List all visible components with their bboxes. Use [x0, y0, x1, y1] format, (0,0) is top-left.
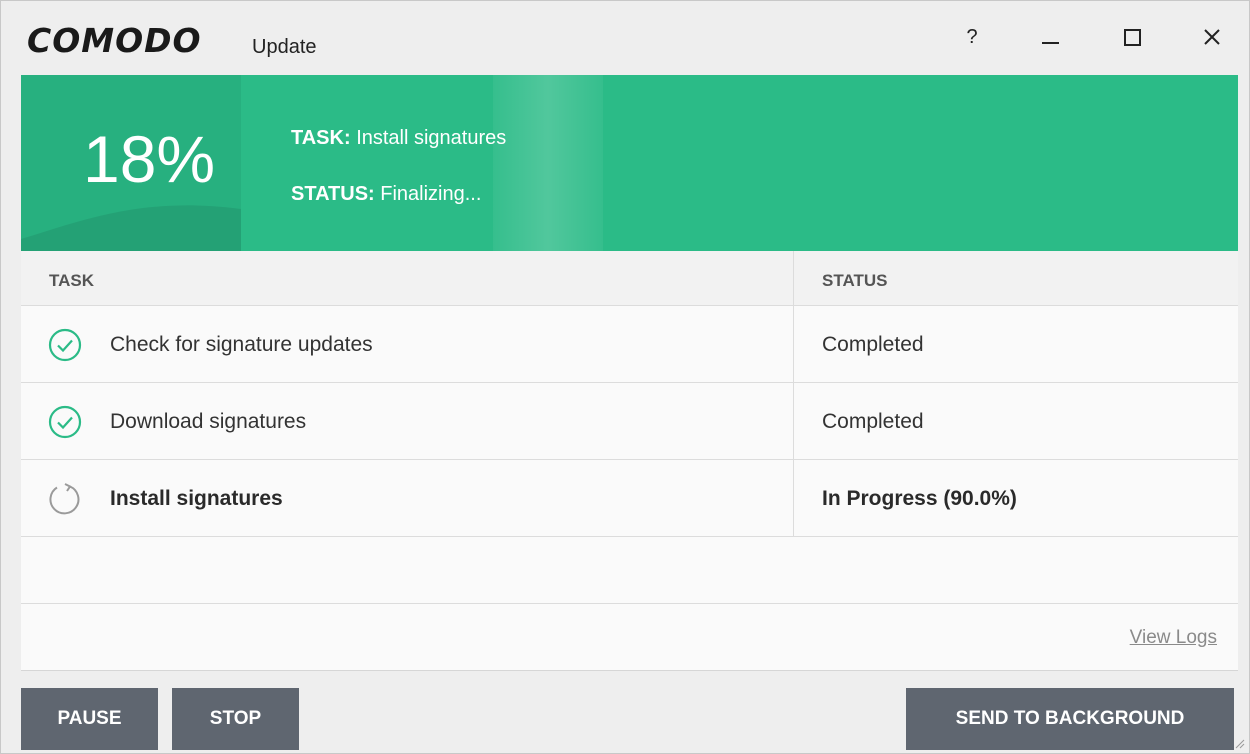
- current-task: TASK: Install signatures: [291, 127, 506, 150]
- task-status: Completed: [822, 410, 924, 433]
- maximize-icon: [1123, 28, 1141, 46]
- maximize-button[interactable]: [1107, 17, 1157, 57]
- send-to-background-button[interactable]: SEND TO BACKGROUND: [906, 688, 1234, 750]
- progress-wave-graphic: [21, 205, 241, 251]
- minimize-button[interactable]: [1025, 17, 1075, 57]
- status-label: STATUS:: [291, 183, 375, 205]
- window-title: Update: [252, 36, 317, 58]
- task-name: Check for signature updates: [110, 333, 373, 356]
- table-row: Install signatures In Progress (90.0%): [21, 460, 1238, 537]
- update-window: COMODO Update ? 18% TASK: Install signat…: [0, 0, 1250, 754]
- status-value: Finalizing...: [380, 183, 482, 205]
- table-row: Check for signature updates Completed: [21, 306, 1238, 383]
- empty-row: [21, 536, 1238, 604]
- resize-grip-icon[interactable]: [1233, 737, 1245, 749]
- check-circle-icon: [48, 405, 82, 439]
- help-icon: ?: [966, 25, 978, 48]
- status-column-header: STATUS: [822, 271, 888, 290]
- task-name: Install signatures: [110, 487, 283, 510]
- progress-percent: 18%: [83, 122, 216, 196]
- minimize-icon: [1041, 42, 1059, 44]
- pause-button[interactable]: PAUSE: [21, 688, 158, 750]
- view-logs-link[interactable]: View Logs: [1130, 627, 1217, 649]
- column-divider: [793, 251, 794, 536]
- task-table: TASK STATUS Check for signature updates …: [21, 251, 1238, 671]
- stop-button[interactable]: STOP: [172, 688, 299, 750]
- comodo-logo: COMODO: [27, 21, 202, 60]
- help-button[interactable]: ?: [947, 17, 997, 57]
- progress-banner: 18% TASK: Install signatures STATUS: Fin…: [21, 75, 1238, 251]
- task-status: Completed: [822, 333, 924, 356]
- task-column-header: TASK: [49, 271, 95, 290]
- table-header: TASK STATUS: [21, 251, 1238, 306]
- close-button[interactable]: [1187, 17, 1237, 57]
- refresh-icon: [49, 483, 80, 515]
- current-status: STATUS: Finalizing...: [291, 183, 481, 206]
- task-value: Install signatures: [356, 127, 507, 149]
- task-label: TASK:: [291, 127, 351, 149]
- banner-highlight: [493, 75, 603, 251]
- task-name: Download signatures: [110, 410, 307, 433]
- check-circle-icon: [48, 328, 82, 362]
- title-bar[interactable]: COMODO Update ?: [1, 1, 1249, 75]
- close-icon: [1204, 29, 1220, 45]
- task-status: In Progress (90.0%): [822, 487, 1017, 510]
- table-row: Download signatures Completed: [21, 383, 1238, 460]
